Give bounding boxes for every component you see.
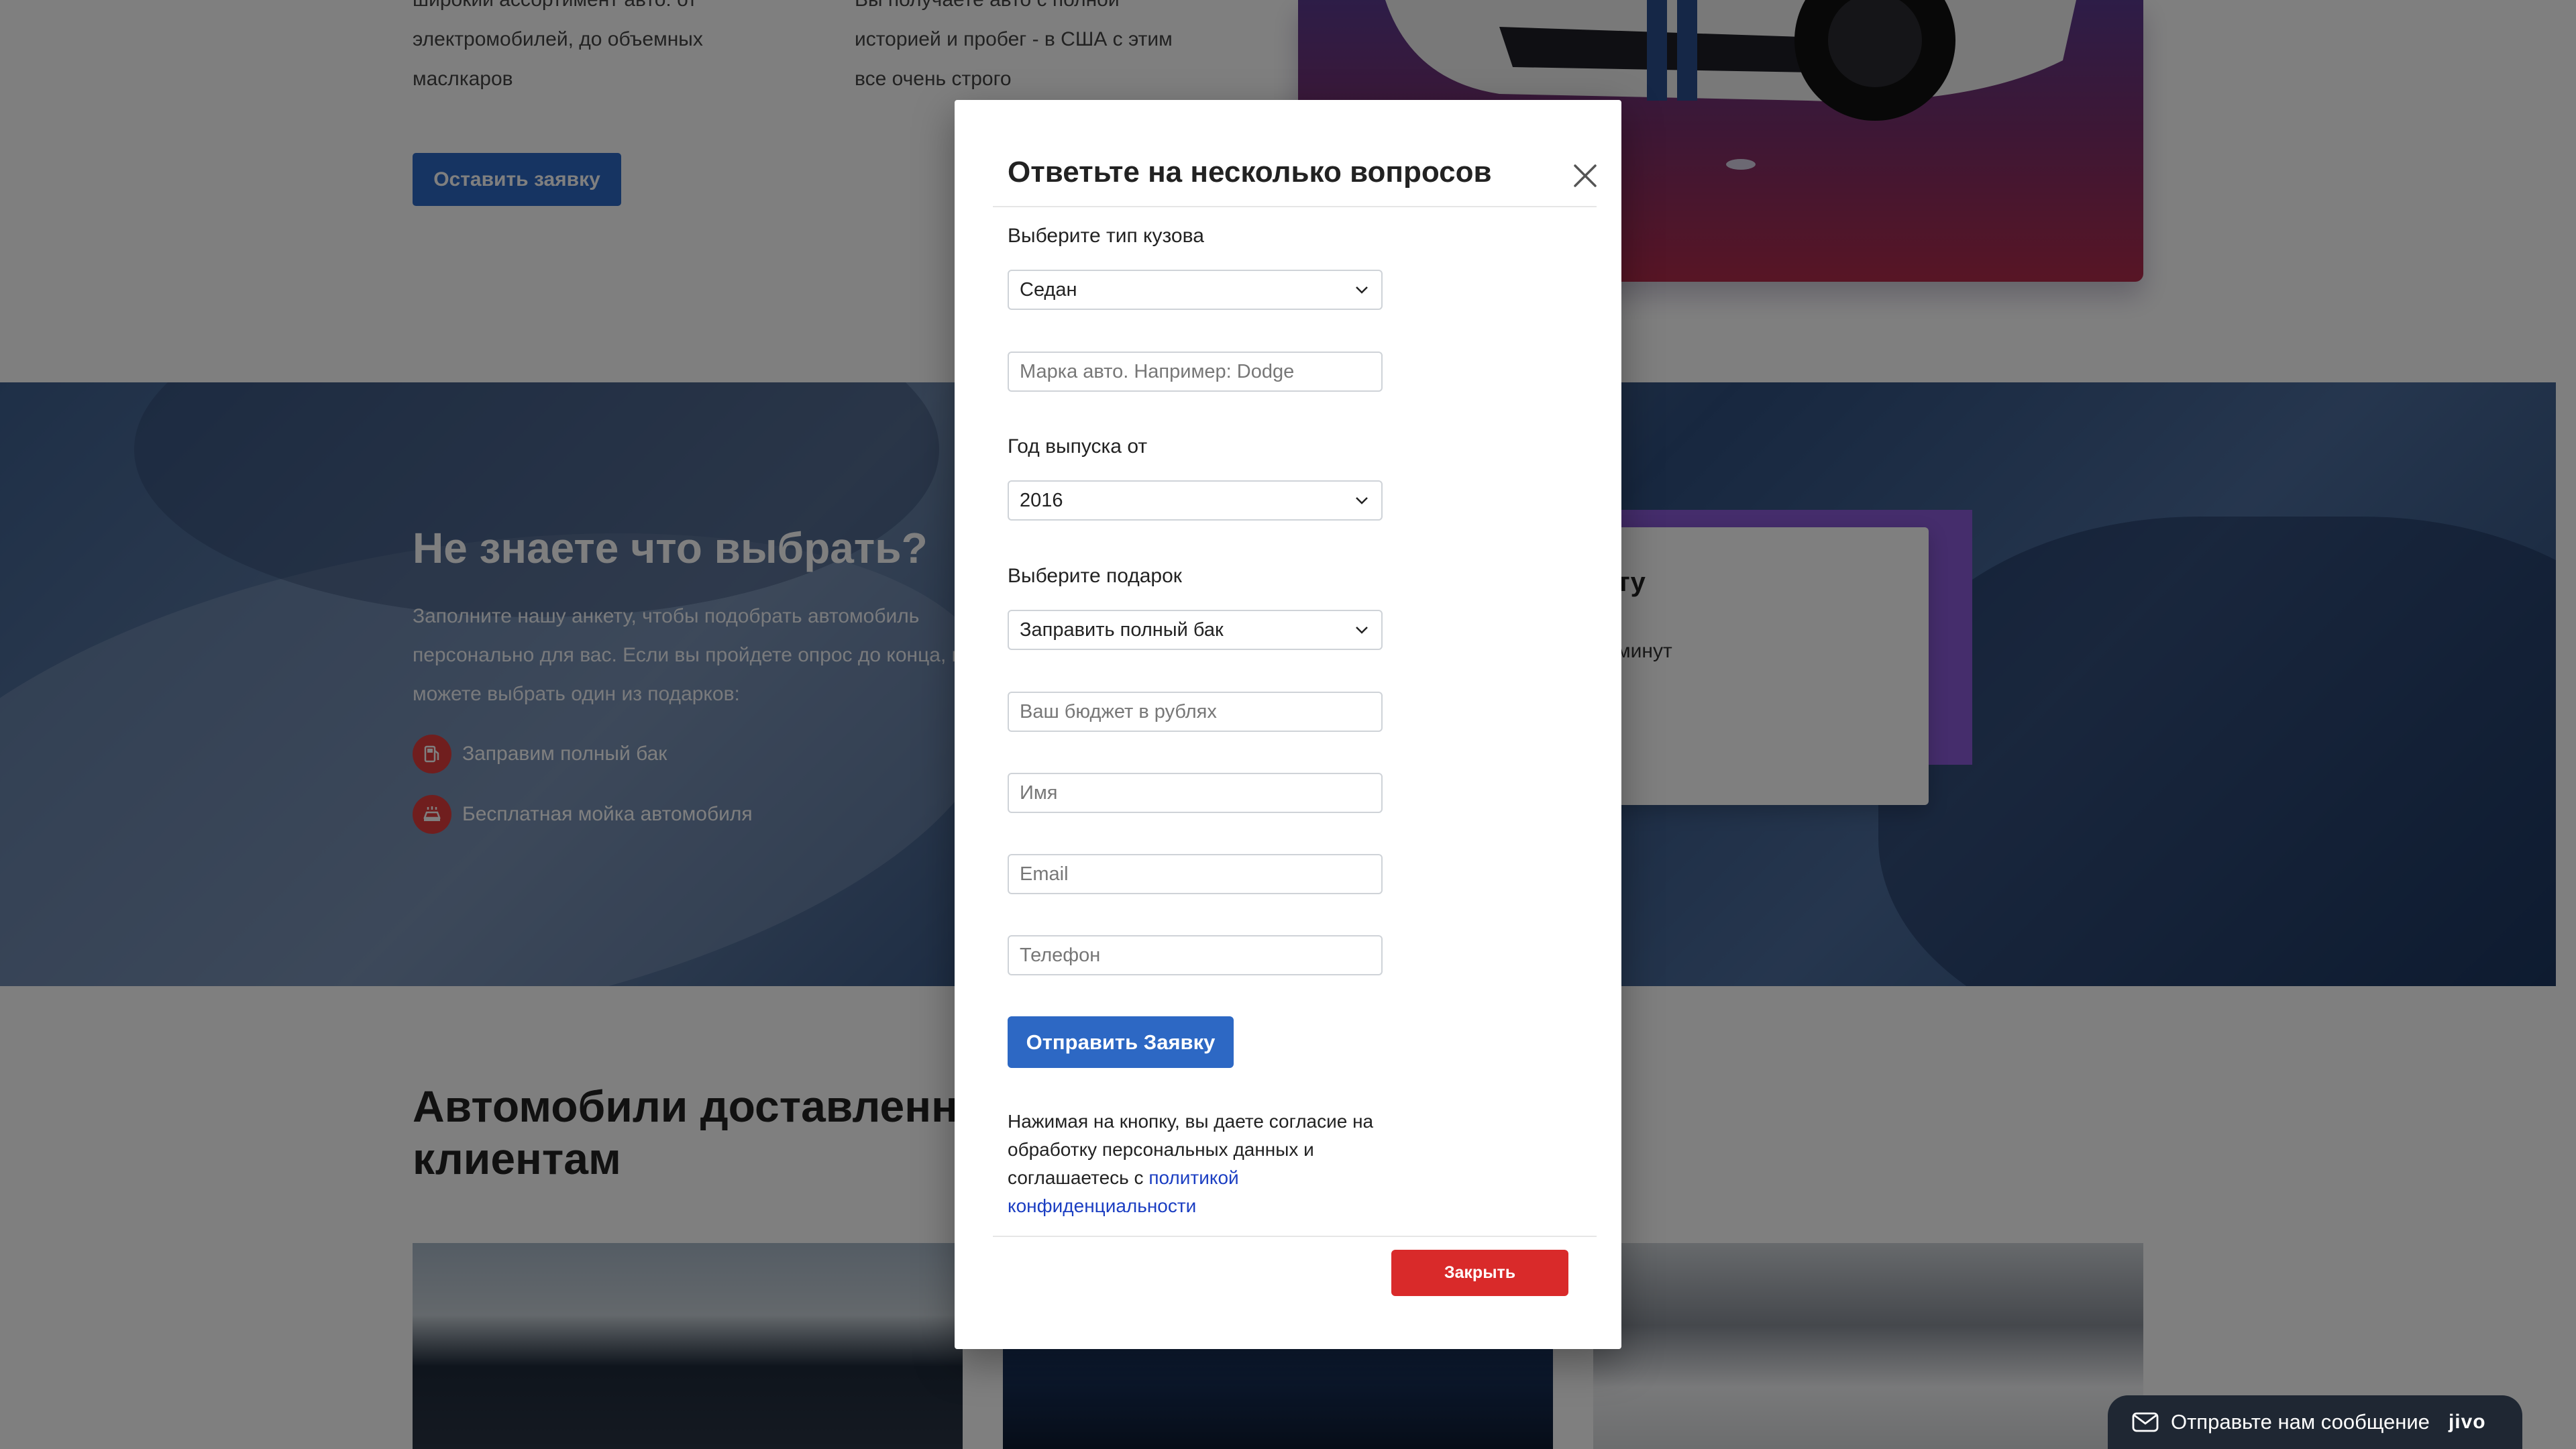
modal-footer-divider — [993, 1236, 1597, 1237]
chat-widget-label: Отправьте нам сообщение — [2171, 1410, 2430, 1434]
budget-input[interactable] — [1008, 692, 1383, 732]
year-value: 2016 — [1020, 489, 1063, 511]
brand-input-field[interactable] — [1020, 353, 1371, 390]
year-label: Год выпуска от — [1008, 435, 1148, 458]
phone-input[interactable] — [1008, 935, 1383, 975]
gift-value: Заправить полный бак — [1020, 619, 1224, 641]
gift-select-label: Выберите подарок — [1008, 565, 1182, 587]
body-type-label: Выберите тип кузова — [1008, 225, 1204, 247]
phone-input-field[interactable] — [1020, 936, 1371, 974]
close-button[interactable]: Закрыть — [1391, 1250, 1568, 1296]
chevron-down-icon — [1356, 497, 1368, 504]
email-input-field[interactable] — [1020, 855, 1371, 893]
brand-input[interactable] — [1008, 352, 1383, 392]
questionnaire-modal: Ответьте на несколько вопросов Выберите … — [955, 100, 1621, 1349]
chevron-down-icon — [1356, 627, 1368, 634]
modal-header: Ответьте на несколько вопросов — [993, 100, 1597, 207]
modal-title: Ответьте на несколько вопросов — [1008, 156, 1492, 189]
email-input[interactable] — [1008, 854, 1383, 894]
body-type-select[interactable]: Седан — [1008, 270, 1383, 310]
budget-input-field[interactable] — [1020, 693, 1371, 731]
jivo-logo: jivo — [2448, 1411, 2486, 1433]
chat-widget[interactable]: Отправьте нам сообщение jivo — [2108, 1395, 2522, 1449]
submit-request-button[interactable]: Отправить Заявку — [1008, 1016, 1234, 1068]
chevron-down-icon — [1356, 286, 1368, 294]
page: широкий ассортимент авто: от электромоби… — [0, 0, 2576, 1449]
year-select[interactable]: 2016 — [1008, 480, 1383, 521]
consent-text: Нажимая на кнопку, вы даете согласие на … — [1008, 1108, 1390, 1220]
gift-select[interactable]: Заправить полный бак — [1008, 610, 1383, 650]
body-type-value: Седан — [1020, 278, 1077, 301]
envelope-icon — [2132, 1412, 2159, 1432]
name-input-field[interactable] — [1020, 774, 1371, 812]
name-input[interactable] — [1008, 773, 1383, 813]
close-icon[interactable] — [1571, 162, 1599, 190]
